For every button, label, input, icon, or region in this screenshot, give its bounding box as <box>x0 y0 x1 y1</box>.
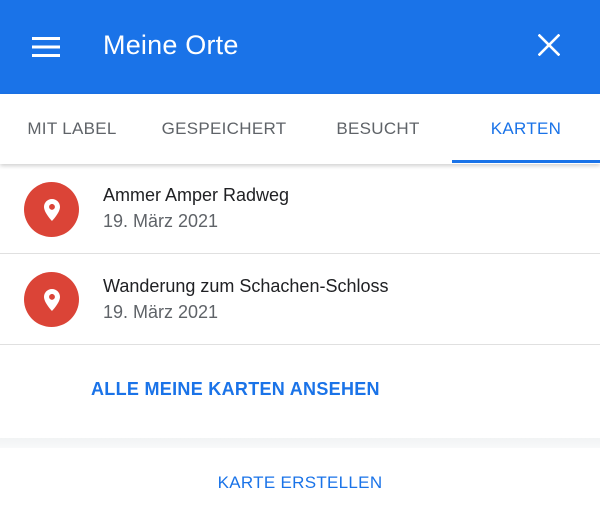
view-all-maps-button[interactable]: ALLE MEINE KARTEN ANSEHEN <box>91 376 380 402</box>
map-pin-badge <box>24 272 79 327</box>
create-map-button[interactable]: KARTE ERSTELLEN <box>0 470 600 496</box>
map-date: 19. März 2021 <box>103 302 219 322</box>
map-title: Ammer Amper Radweg <box>103 185 290 205</box>
tab-besucht[interactable]: BESUCHT <box>304 94 452 164</box>
tab-bar: MIT LABEL GESPEICHERT BESUCHT KARTEN <box>0 94 600 164</box>
close-button[interactable] <box>527 23 571 67</box>
map-pin-badge <box>24 182 79 237</box>
tab-karten[interactable]: KARTEN <box>452 94 600 164</box>
list-item[interactable]: Ammer Amper Radweg 19. März 2021 <box>0 164 600 254</box>
tab-mit-label[interactable]: MIT LABEL <box>0 94 144 164</box>
map-date: 19. März 2021 <box>103 211 219 231</box>
menu-button[interactable] <box>24 25 68 69</box>
page-title: Meine Orte <box>103 30 239 60</box>
section-divider <box>0 438 600 448</box>
list-item[interactable]: Wanderung zum Schachen-Schloss 19. März … <box>0 255 600 345</box>
close-icon <box>538 34 560 56</box>
hamburger-menu-icon <box>32 37 60 57</box>
active-tab-indicator <box>452 160 600 163</box>
map-pin-icon <box>43 288 60 311</box>
map-title: Wanderung zum Schachen-Schloss <box>103 276 389 296</box>
app-bar: Meine Orte <box>0 0 600 94</box>
tab-gespeichert[interactable]: GESPEICHERT <box>144 94 304 164</box>
map-pin-icon <box>43 198 60 221</box>
